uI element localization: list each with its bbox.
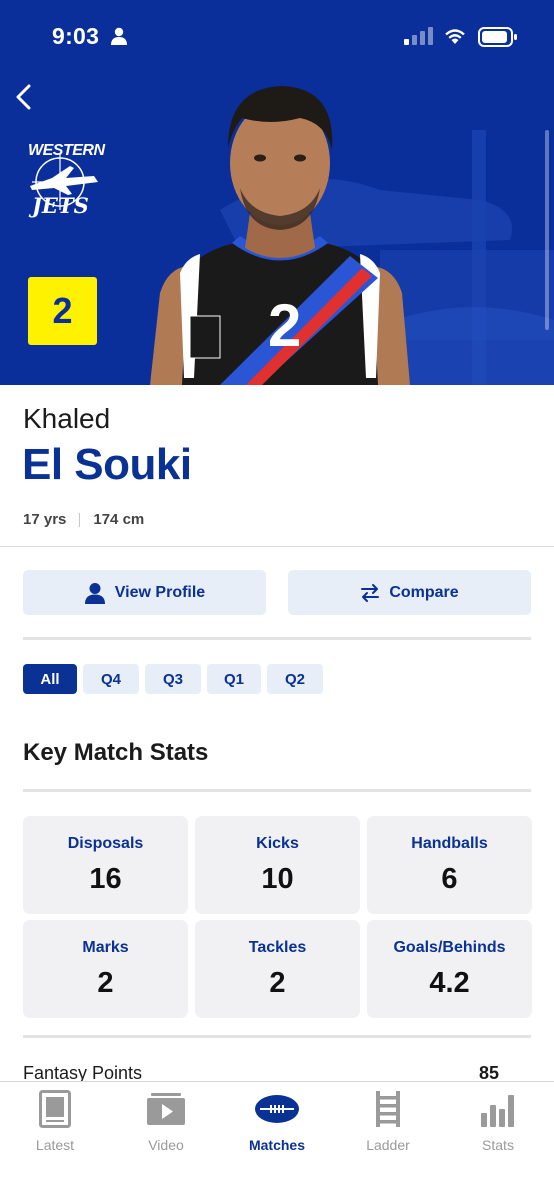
cellular-signal-icon (404, 27, 433, 45)
ladder-icon (376, 1091, 400, 1127)
player-height: 174 cm (93, 511, 145, 528)
player-meta: 17 yrs 174 cm (23, 511, 144, 528)
view-profile-button[interactable]: View Profile (23, 570, 266, 615)
view-profile-label: View Profile (114, 583, 206, 601)
tabbar-latest[interactable]: Latest (15, 1090, 95, 1153)
stat-label: Goals/Behinds (393, 938, 506, 956)
stats-icon (481, 1095, 514, 1127)
stat-value: 2 (97, 966, 114, 999)
tabbar-stats[interactable]: Stats (458, 1090, 538, 1153)
tabbar-label: Ladder (366, 1137, 410, 1153)
compare-button[interactable]: Compare (288, 570, 531, 615)
tab-q1[interactable]: Q1 (207, 664, 261, 694)
football-icon (255, 1095, 299, 1123)
stat-card-goals-behinds: Goals/Behinds 4.2 (367, 920, 532, 1018)
stat-card-handballs: Handballs 6 (367, 816, 532, 914)
stat-card-tackles: Tackles 2 (195, 920, 360, 1018)
tab-q2[interactable]: Q2 (267, 664, 323, 694)
stat-card-marks: Marks 2 (23, 920, 188, 1018)
status-time: 9:03 (52, 23, 100, 49)
player-last-name: El Souki (22, 440, 192, 489)
compare-label: Compare (389, 583, 459, 601)
stat-label: Tackles (248, 938, 307, 956)
quarter-tabs: All Q4 Q3 Q1 Q2 (23, 664, 323, 694)
back-chevron-icon[interactable] (10, 82, 40, 112)
stat-value: 10 (261, 862, 294, 895)
team-logo: WESTERN JETS (22, 138, 105, 220)
player-first-name: Khaled (23, 403, 111, 434)
stat-label: Handballs (411, 834, 488, 852)
player-number-badge: 2 (28, 277, 97, 345)
tabbar-ladder[interactable]: Ladder (348, 1090, 428, 1153)
scroll-indicator (545, 130, 549, 330)
tabbar-label: Stats (482, 1137, 514, 1153)
divider (23, 637, 531, 640)
tabbar-matches[interactable]: Matches (237, 1090, 317, 1153)
bottom-tab-bar: Latest Video Matches Ladder Stats (0, 1081, 554, 1199)
wifi-icon (445, 29, 465, 44)
stat-value: 2 (269, 966, 286, 999)
stat-label: Kicks (256, 834, 299, 852)
tabbar-video[interactable]: Video (126, 1090, 206, 1153)
stats-grid: Disposals 16 Kicks 10 Handballs 6 Marks … (23, 816, 532, 1018)
latest-icon (39, 1090, 71, 1128)
stat-label: Marks (82, 938, 129, 956)
svg-text:2: 2 (268, 292, 301, 359)
section-title: Key Match Stats (23, 739, 209, 766)
tab-all[interactable]: All (23, 664, 77, 694)
tab-q4[interactable]: Q4 (83, 664, 139, 694)
tabbar-label: Video (148, 1137, 184, 1153)
meta-separator (79, 512, 81, 527)
person-status-icon (111, 27, 127, 45)
stat-card-kicks: Kicks 10 (195, 816, 360, 914)
divider (23, 1035, 531, 1038)
stat-value: 16 (89, 862, 122, 895)
video-icon (147, 1093, 185, 1125)
stat-value: 4.2 (429, 966, 470, 999)
tabbar-label: Latest (35, 1137, 75, 1153)
team-logo-text-bottom: JETS (32, 193, 89, 218)
tab-q3[interactable]: Q3 (145, 664, 201, 694)
status-bar: 9:03 (0, 0, 554, 70)
battery-icon (478, 27, 517, 47)
player-photo: 2 (150, 86, 410, 385)
player-header: 9:03 WESTERN JETS 2 2 (0, 0, 554, 385)
stat-value: 6 (441, 862, 458, 895)
team-logo-text-top: WESTERN (28, 142, 105, 159)
divider (23, 789, 531, 792)
stat-label: Disposals (67, 834, 144, 852)
tabbar-label: Matches (248, 1137, 306, 1153)
divider (0, 546, 554, 547)
person-icon (84, 582, 105, 604)
stat-card-disposals: Disposals 16 (23, 816, 188, 914)
player-age: 17 yrs (23, 511, 67, 528)
compare-arrows-icon (361, 583, 380, 602)
